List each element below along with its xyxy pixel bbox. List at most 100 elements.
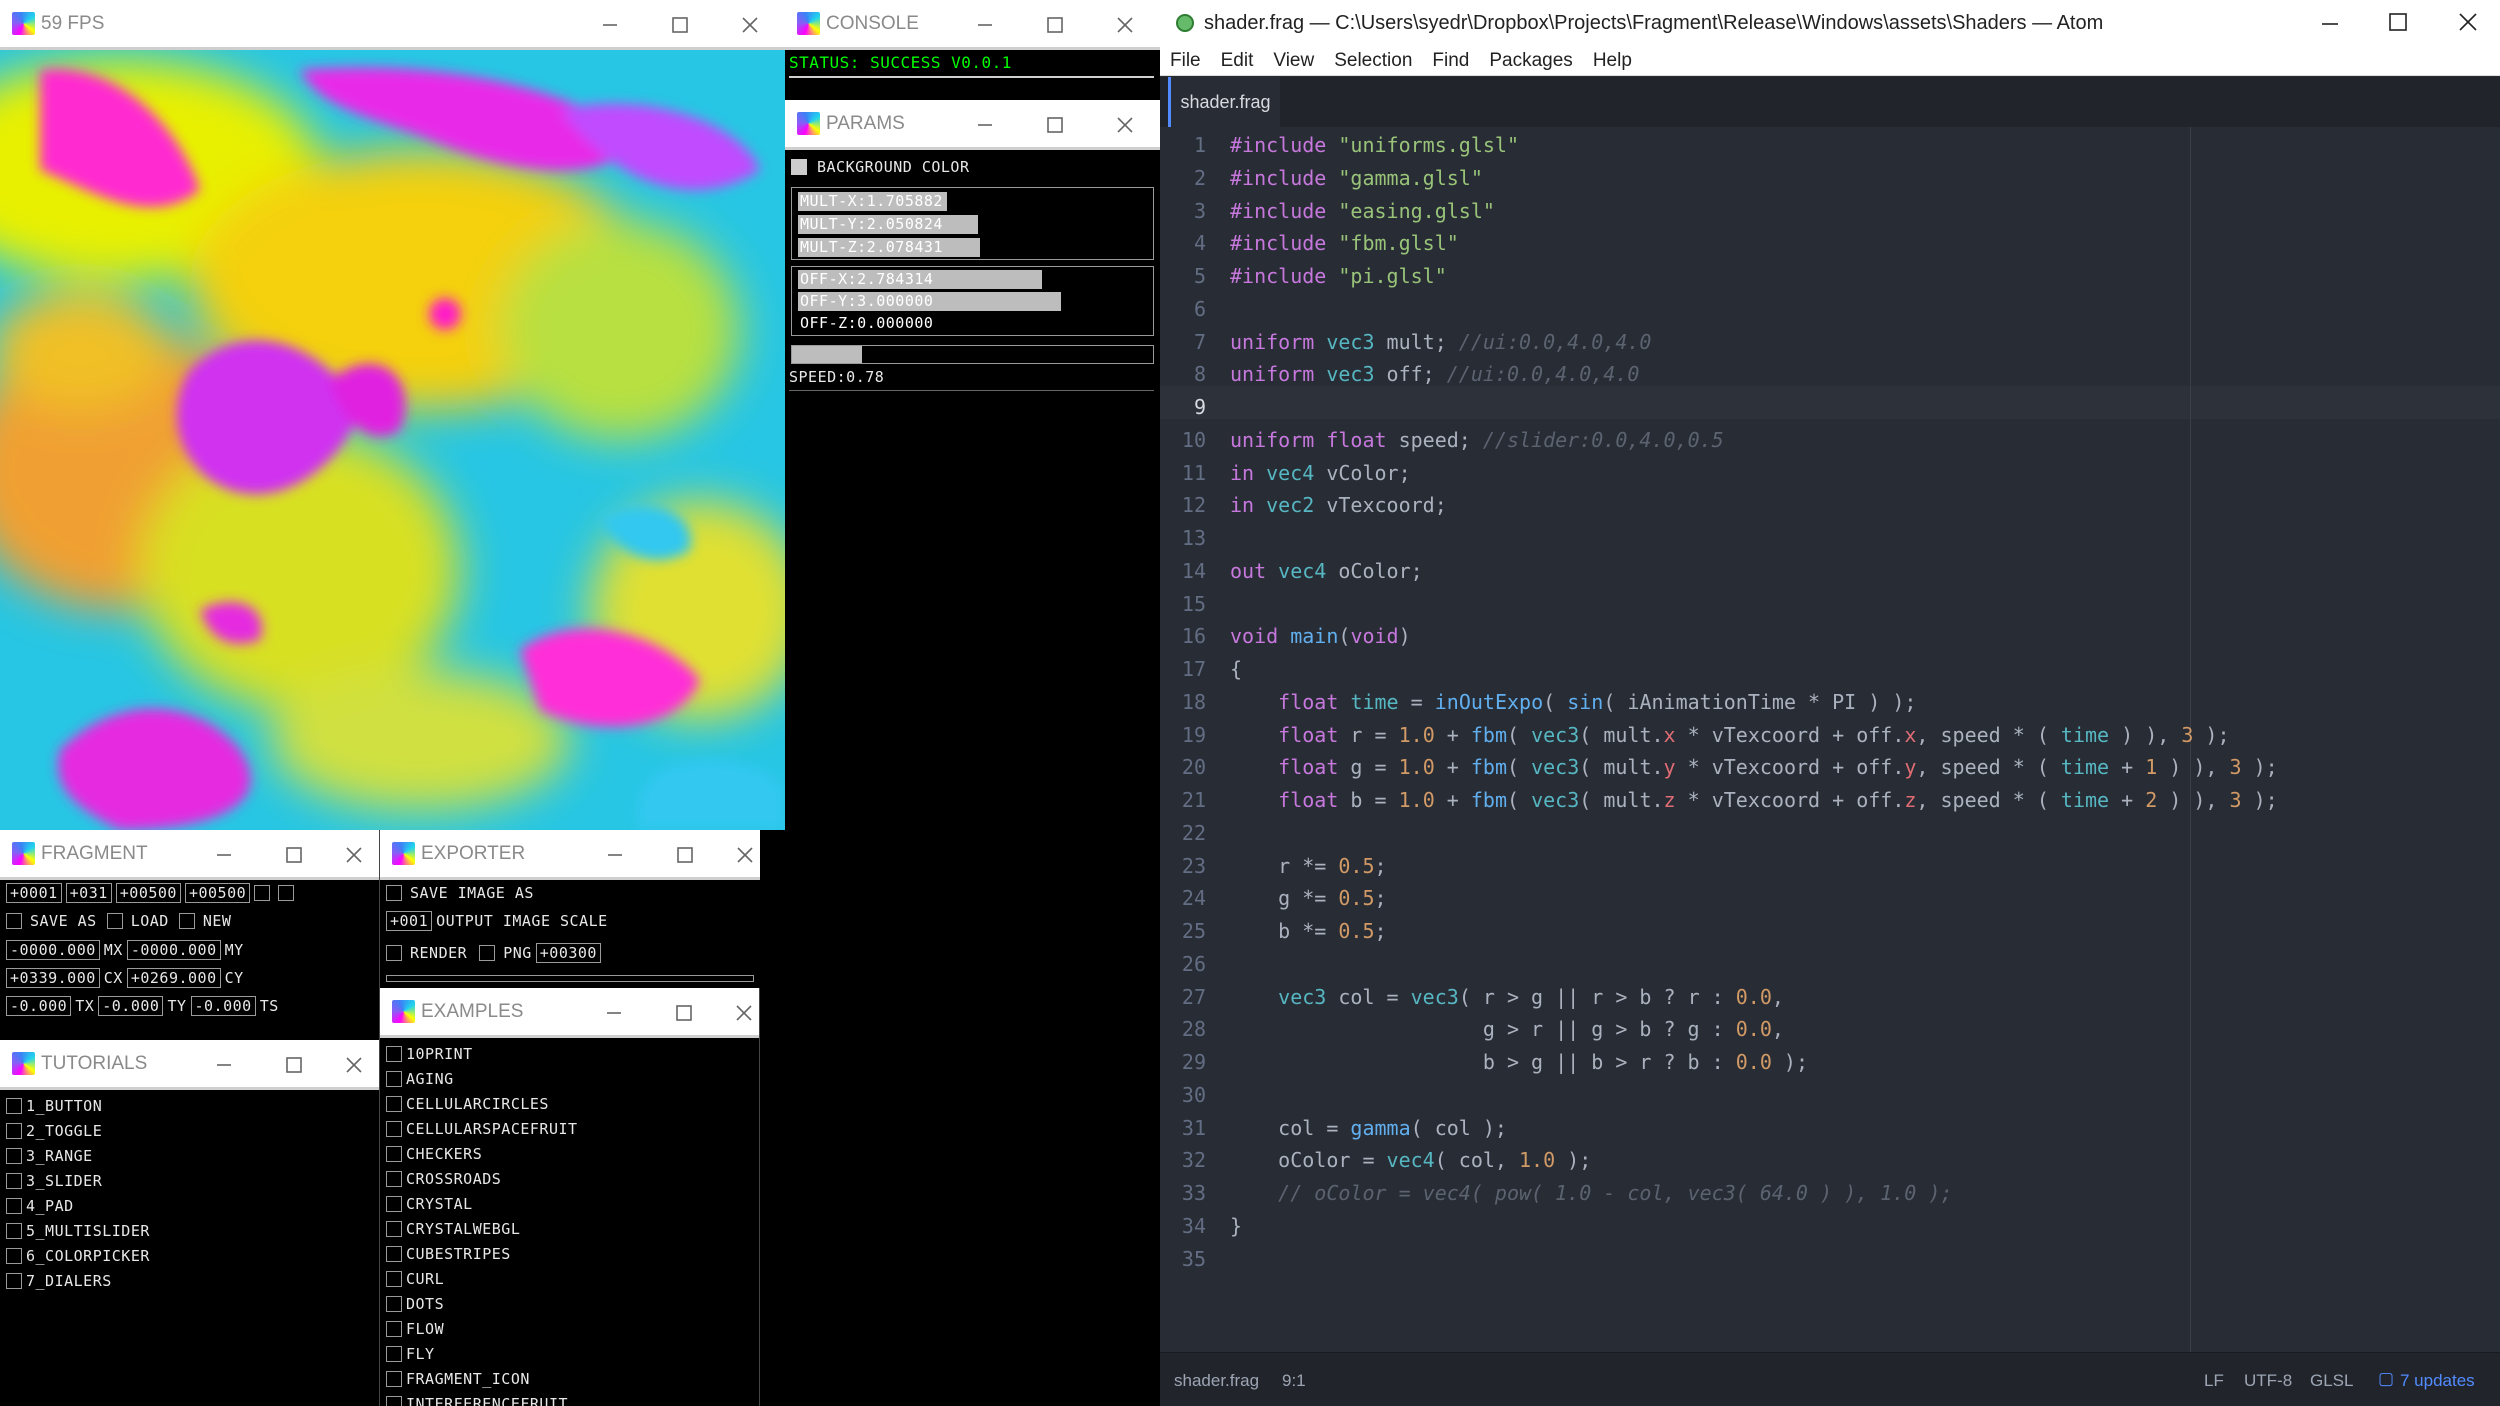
code-line[interactable]: float time = inOutExpo( sin( iAnimationT… [1230, 686, 1916, 719]
minimize-icon[interactable] [2320, 14, 2340, 40]
menu-packages[interactable]: Packages [1489, 50, 1572, 72]
off-y-slider[interactable]: OFF-Y:3.000000 [798, 292, 1148, 311]
frames-value[interactable]: +00300 [535, 943, 601, 963]
code-line[interactable]: uniform vec3 mult; //ui:0.0,4.0,4.0 [1230, 326, 1651, 359]
code-line[interactable]: #include "easing.glsl" [1230, 195, 1495, 228]
example-checkbox[interactable] [386, 1321, 402, 1337]
code-line[interactable]: uniform vec3 off; //ui:0.0,4.0,4.0 [1230, 358, 1639, 391]
close-icon[interactable] [710, 830, 760, 880]
console-window[interactable]: CONSOLE STATUS: SUCCESS V0.0.1 [785, 0, 1160, 100]
example-checkbox[interactable] [386, 1396, 402, 1406]
exporter-titlebar[interactable]: EXPORTER [380, 830, 760, 880]
shader-preview-canvas[interactable] [0, 50, 785, 830]
maximize-icon[interactable] [1020, 0, 1090, 50]
status-cursor[interactable]: 9:1 [1282, 1371, 1306, 1391]
example-item[interactable]: FLOW [386, 1317, 444, 1341]
cy-value[interactable]: +0269.000 [126, 968, 221, 988]
close-icon[interactable] [715, 0, 785, 50]
example-checkbox[interactable] [386, 1146, 402, 1162]
render-button[interactable] [386, 945, 402, 961]
line-number-gutter[interactable]: 1 2 3 4 5 6 7 8 9 10 11 12 13 14 15 16 17 18 19 20 21 22 23 24 2… [1160, 127, 1222, 1352]
fps-number[interactable]: +031 [65, 883, 112, 903]
code-line[interactable]: // oColor = vec4( pow( 1.0 - col, vec3( … [1230, 1177, 1952, 1210]
minimize-icon[interactable] [579, 988, 649, 1038]
code-line[interactable]: uniform float speed; //slider:0.0,4.0,0.… [1230, 424, 1724, 457]
off-z-slider[interactable]: OFF-Z:0.000000 [798, 314, 1148, 333]
status-encoding[interactable]: UTF-8 [2244, 1371, 2292, 1391]
tutorial-item[interactable]: 7_DIALERS [6, 1269, 112, 1293]
menu-find[interactable]: Find [1432, 50, 1469, 72]
example-item[interactable]: CELLULARCIRCLES [386, 1092, 549, 1116]
menu-help[interactable]: Help [1593, 50, 1632, 72]
width-number[interactable]: +00500 [115, 883, 181, 903]
example-checkbox[interactable] [386, 1346, 402, 1362]
code-line[interactable]: b *= 0.5; [1230, 915, 1386, 948]
tutorial-checkbox[interactable] [6, 1123, 22, 1139]
tutorial-item[interactable]: 3_RANGE [6, 1144, 93, 1168]
tutorial-item[interactable]: 1_BUTTON [6, 1094, 102, 1118]
example-item[interactable]: DOTS [386, 1292, 444, 1316]
tutorials-window[interactable]: TUTORIALS 1_BUTTON 2_TOGGLE 3_RANGE 3_SLIDE… [0, 1040, 380, 1406]
tx-value[interactable]: -0.000 [6, 996, 72, 1016]
status-file[interactable]: shader.frag [1174, 1371, 1259, 1391]
status-grammar[interactable]: GLSL [2310, 1371, 2353, 1391]
example-item[interactable]: CELLULARSPACEFRUIT [386, 1117, 578, 1141]
status-updates[interactable]: 7 updates [2400, 1371, 2475, 1391]
mult-y-slider[interactable]: MULT-Y:2.050824 [798, 215, 1148, 234]
preview-window[interactable]: 59 FPS [0, 0, 785, 830]
maximize-icon[interactable] [1020, 100, 1090, 150]
code-line[interactable]: #include "gamma.glsl" [1230, 162, 1483, 195]
tutorials-titlebar[interactable]: TUTORIALS [0, 1040, 379, 1090]
atom-editor-window[interactable]: shader.frag — C:\Users\syedr\Dropbox\Pro… [1160, 0, 2500, 1406]
params-titlebar[interactable]: PARAMS [785, 100, 1160, 150]
menu-edit[interactable]: Edit [1221, 50, 1254, 72]
example-checkbox[interactable] [386, 1071, 402, 1087]
tutorial-checkbox[interactable] [6, 1248, 22, 1264]
code-line[interactable]: float r = 1.0 + fbm( vec3( mult.x * vTex… [1230, 719, 2229, 752]
code-line[interactable]: in vec4 vColor; [1230, 457, 1411, 490]
background-color-toggle[interactable]: BACKGROUND COLOR [791, 158, 970, 176]
mult-z-slider[interactable]: MULT-Z:2.078431 [798, 238, 1148, 257]
example-checkbox[interactable] [386, 1246, 402, 1262]
example-checkbox[interactable] [386, 1171, 402, 1187]
minimize-icon[interactable] [189, 1040, 259, 1090]
example-checkbox[interactable] [386, 1046, 402, 1062]
tutorial-item[interactable]: 3_SLIDER [6, 1169, 102, 1193]
example-item[interactable]: INTERFERENCEFRUIT [386, 1392, 568, 1406]
code-line[interactable]: b > g || b > r ? b : 0.0 ); [1230, 1046, 1808, 1079]
example-item[interactable]: FRAGMENT_ICON [386, 1367, 530, 1391]
code-line[interactable]: #include "fbm.glsl" [1230, 227, 1459, 260]
menu-view[interactable]: View [1273, 50, 1314, 72]
minimize-icon[interactable] [575, 0, 645, 50]
maximize-icon[interactable] [645, 0, 715, 50]
example-item[interactable]: CRYSTALWEBGL [386, 1217, 520, 1241]
cx-value[interactable]: +0339.000 [6, 968, 100, 988]
save-as-button[interactable] [6, 913, 22, 929]
scale-value[interactable]: +001 [386, 911, 433, 931]
save-image-button[interactable] [386, 885, 402, 901]
example-checkbox[interactable] [386, 1096, 402, 1112]
examples-titlebar[interactable]: EXAMPLES [380, 988, 759, 1038]
example-item[interactable]: CUBESTRIPES [386, 1242, 511, 1266]
tutorial-item[interactable]: 5_MULTISLIDER [6, 1219, 150, 1243]
code-line[interactable]: oColor = vec4( col, 1.0 ); [1230, 1144, 1591, 1177]
example-item[interactable]: AGING [386, 1067, 454, 1091]
toggle-a[interactable] [254, 885, 271, 901]
example-item[interactable]: 10PRINT [386, 1042, 473, 1066]
code-line[interactable]: void main(void) [1230, 620, 1411, 653]
code-line[interactable]: float b = 1.0 + fbm( vec3( mult.z * vTex… [1230, 784, 2278, 817]
off-x-slider[interactable]: OFF-X:2.784314 [798, 270, 1148, 289]
params-window[interactable]: PARAMS BACKGROUND COLOR MULT-X:1.705882 … [785, 100, 1160, 830]
status-eol[interactable]: LF [2204, 1371, 2224, 1391]
tutorial-item[interactable]: 4_PAD [6, 1194, 74, 1218]
tutorial-item[interactable]: 2_TOGGLE [6, 1119, 102, 1143]
example-item[interactable]: CURL [386, 1267, 444, 1291]
exporter-window[interactable]: EXPORTER SAVE IMAGE AS +001 OUTPUT IMAGE … [380, 830, 760, 988]
example-checkbox[interactable] [386, 1221, 402, 1237]
example-checkbox[interactable] [386, 1196, 402, 1212]
close-icon[interactable] [319, 830, 379, 880]
frame-number[interactable]: +0001 [6, 883, 62, 903]
example-checkbox[interactable] [386, 1271, 402, 1287]
code-line[interactable]: #include "uniforms.glsl" [1230, 129, 1519, 162]
code-line[interactable]: r *= 0.5; [1230, 850, 1386, 883]
